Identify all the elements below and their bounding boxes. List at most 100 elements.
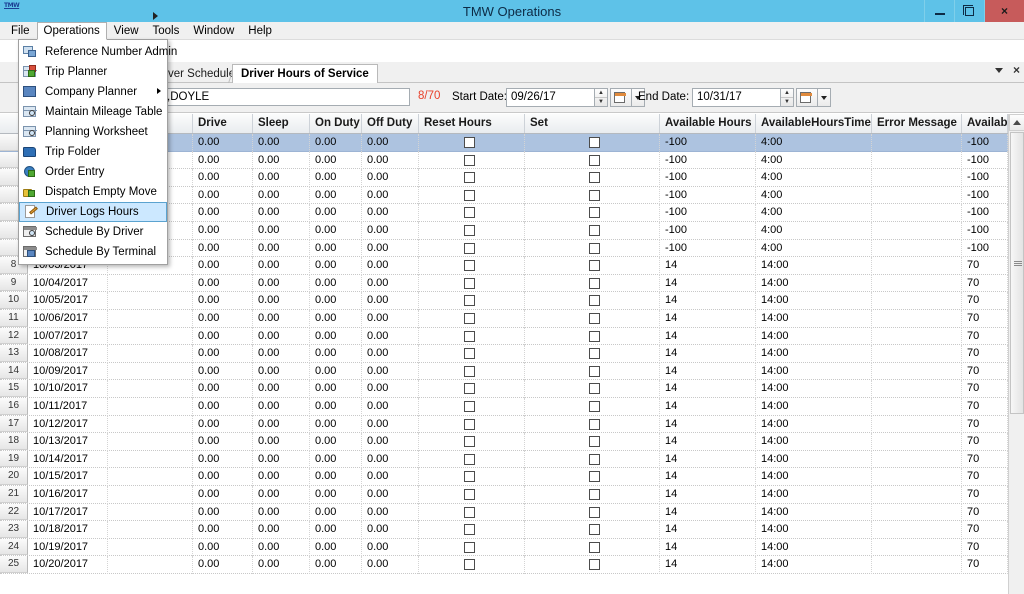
cell-date[interactable]: 10/19/2017	[28, 538, 108, 557]
cell-sleep[interactable]: 0.00	[253, 556, 310, 574]
cell-error-message[interactable]	[872, 169, 962, 187]
cell-drive[interactable]: 0.00	[193, 239, 253, 258]
cell-sleep[interactable]: 0.00	[253, 538, 310, 557]
cell-blank[interactable]	[108, 450, 193, 469]
cell-blank[interactable]	[108, 292, 193, 310]
table-row[interactable]: 9 10/04/2017 0.00 0.00 0.00 0.00 14 14:00 70	[0, 274, 1008, 293]
cell-available[interactable]: 70	[962, 380, 1008, 398]
reset-hours-checkbox[interactable]	[464, 277, 475, 289]
cell-sleep[interactable]: 0.00	[253, 222, 310, 240]
cell-on-duty[interactable]: 0.00	[310, 327, 362, 346]
reset-hours-checkbox[interactable]	[464, 524, 475, 536]
cell-error-message[interactable]	[872, 327, 962, 346]
cell-error-message[interactable]	[872, 503, 962, 522]
cell-available-hours[interactable]: 14	[660, 538, 756, 557]
cell-available-hours[interactable]: 14	[660, 556, 756, 574]
column-header-sleep[interactable]: Sleep	[253, 114, 310, 133]
set-checkbox[interactable]	[589, 295, 600, 307]
cell-off-duty[interactable]: 0.00	[362, 521, 419, 539]
minimize-button[interactable]	[924, 0, 954, 22]
reset-hours-checkbox[interactable]	[464, 436, 475, 448]
menu-item-reference-number-admin[interactable]: Reference Number Admin	[19, 42, 177, 62]
cell-available-hours[interactable]: 14	[660, 292, 756, 310]
menubar-item-tools[interactable]: Tools	[146, 22, 187, 40]
cell-date[interactable]: 10/12/2017	[28, 415, 108, 434]
cell-available-hours-time[interactable]: 4:00	[756, 204, 872, 222]
set-checkbox[interactable]	[589, 453, 600, 465]
reset-hours-checkbox[interactable]	[464, 207, 475, 219]
cell-drive[interactable]: 0.00	[193, 538, 253, 557]
cell-available[interactable]: -100	[962, 204, 1008, 222]
cell-error-message[interactable]	[872, 310, 962, 328]
menu-item-company-planner[interactable]: Company Planner	[19, 82, 167, 102]
cell-off-duty[interactable]: 0.00	[362, 486, 419, 504]
cell-sleep[interactable]: 0.00	[253, 257, 310, 275]
row-number[interactable]: 11	[0, 310, 28, 327]
reset-hours-checkbox[interactable]	[464, 242, 475, 254]
cell-off-duty[interactable]: 0.00	[362, 538, 419, 557]
cell-available[interactable]: -100	[962, 151, 1008, 170]
row-number[interactable]: 23	[0, 521, 28, 538]
cell-available-hours-time[interactable]: 14:00	[756, 257, 872, 275]
reset-hours-checkbox[interactable]	[464, 189, 475, 201]
cell-off-duty[interactable]: 0.00	[362, 415, 419, 434]
cell-on-duty[interactable]: 0.00	[310, 204, 362, 222]
cell-sleep[interactable]: 0.00	[253, 433, 310, 451]
set-checkbox[interactable]	[589, 172, 600, 184]
cell-blank[interactable]	[108, 468, 193, 486]
cell-drive[interactable]: 0.00	[193, 257, 253, 275]
cell-available[interactable]: 70	[962, 433, 1008, 451]
column-header-set[interactable]: Set	[525, 114, 660, 133]
column-header-error-message[interactable]: Error Message	[872, 114, 962, 133]
chevron-down-icon[interactable]	[994, 67, 1003, 73]
cell-date[interactable]: 10/20/2017	[28, 556, 108, 574]
cell-sleep[interactable]: 0.00	[253, 345, 310, 363]
scroll-up-arrow-icon[interactable]	[1009, 114, 1024, 131]
cell-on-duty[interactable]: 0.00	[310, 292, 362, 310]
cell-available-hours[interactable]: 14	[660, 257, 756, 275]
menu-item-order-entry[interactable]: Order Entry	[19, 162, 167, 182]
cell-drive[interactable]: 0.00	[193, 380, 253, 398]
cell-available-hours[interactable]: 14	[660, 415, 756, 434]
cell-available-hours-time[interactable]: 14:00	[756, 292, 872, 310]
cell-date[interactable]: 10/10/2017	[28, 380, 108, 398]
row-number[interactable]: 18	[0, 433, 28, 450]
cell-available-hours-time[interactable]: 14:00	[756, 310, 872, 328]
table-row[interactable]: 20 10/15/2017 0.00 0.00 0.00 0.00 14 14:00 70	[0, 468, 1008, 486]
cell-on-duty[interactable]: 0.00	[310, 486, 362, 504]
cell-available-hours[interactable]: 14	[660, 327, 756, 346]
cell-on-duty[interactable]: 0.00	[310, 468, 362, 486]
menu-item-trip-folder[interactable]: Trip Folder	[19, 142, 167, 162]
end-date-input[interactable]: 10/31/17	[692, 88, 780, 107]
table-row[interactable]: 14 10/09/2017 0.00 0.00 0.00 0.00 14 14:00 70	[0, 362, 1008, 381]
cell-date[interactable]: 10/05/2017	[28, 292, 108, 310]
start-date-input[interactable]: 09/26/17	[506, 88, 594, 107]
menubar-item-help[interactable]: Help	[241, 22, 279, 40]
cell-available-hours-time[interactable]: 14:00	[756, 362, 872, 381]
reset-hours-checkbox[interactable]	[464, 506, 475, 518]
cell-off-duty[interactable]: 0.00	[362, 450, 419, 469]
cell-available-hours-time[interactable]: 14:00	[756, 274, 872, 293]
row-number[interactable]: 16	[0, 398, 28, 415]
cell-drive[interactable]: 0.00	[193, 292, 253, 310]
cell-error-message[interactable]	[872, 134, 962, 152]
cell-on-duty[interactable]: 0.00	[310, 450, 362, 469]
menubar-item-operations[interactable]: Operations	[36, 21, 107, 40]
menubar-item-view[interactable]: View	[107, 22, 146, 40]
cell-drive[interactable]: 0.00	[193, 486, 253, 504]
set-checkbox[interactable]	[589, 489, 600, 500]
cell-available[interactable]: 70	[962, 486, 1008, 504]
cell-off-duty[interactable]: 0.00	[362, 274, 419, 293]
row-number[interactable]: 14	[0, 362, 28, 380]
column-header-available-hours[interactable]: Available Hours	[660, 114, 756, 133]
cell-off-duty[interactable]: 0.00	[362, 239, 419, 258]
cell-available-hours-time[interactable]: 4:00	[756, 151, 872, 170]
cell-on-duty[interactable]: 0.00	[310, 398, 362, 416]
menu-item-driver-logs-hours[interactable]: Driver Logs Hours	[19, 202, 167, 222]
cell-date[interactable]: 10/16/2017	[28, 486, 108, 504]
cell-available-hours-time[interactable]: 14:00	[756, 398, 872, 416]
cell-sleep[interactable]: 0.00	[253, 169, 310, 187]
cell-available[interactable]: -100	[962, 169, 1008, 187]
reset-hours-checkbox[interactable]	[464, 471, 475, 483]
cell-on-duty[interactable]: 0.00	[310, 521, 362, 539]
